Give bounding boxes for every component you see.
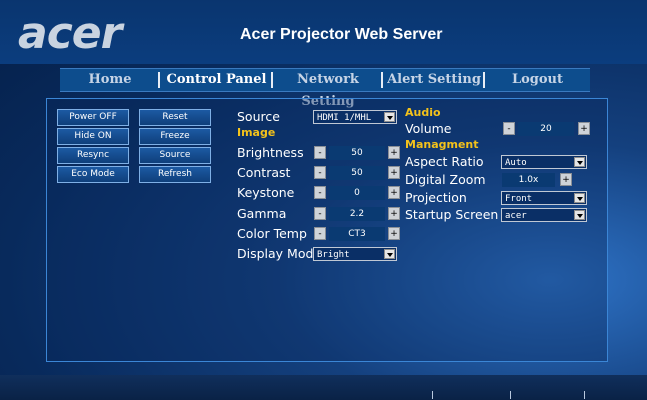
digital-zoom-value: 1.0x [502, 173, 555, 187]
color-temp-minus-button[interactable]: - [314, 227, 326, 240]
color-temp-value: CT3 [329, 227, 385, 241]
aspect-ratio-label: Aspect Ratio [405, 154, 484, 169]
management-section-title: Managment [405, 138, 479, 151]
source-select-value: HDMI 1/MHL [317, 113, 372, 123]
tab-control-panel-label: Control Panel [166, 72, 267, 87]
projection-select[interactable]: Front [501, 191, 587, 205]
chevron-down-icon [384, 249, 395, 259]
eco-mode-button[interactable]: Eco Mode [57, 166, 129, 183]
chevron-down-icon [574, 157, 585, 167]
resync-button[interactable]: Resync [57, 147, 129, 164]
brightness-label: Brightness [237, 145, 304, 160]
chevron-down-icon [384, 112, 395, 122]
source-label: Source [237, 109, 280, 124]
display-mode-select-value: Bright [317, 250, 350, 260]
image-section-title: Image [237, 126, 276, 139]
tab-alert-setting[interactable]: Alert Setting [383, 69, 485, 91]
refresh-button[interactable]: Refresh [139, 166, 211, 183]
footer-divider [584, 391, 585, 399]
tab-control-panel[interactable]: Control Panel [160, 69, 273, 91]
startup-screen-select-value: acer [505, 211, 527, 221]
brightness-value: 50 [329, 146, 385, 160]
aspect-ratio-select[interactable]: Auto [501, 155, 587, 169]
gamma-label: Gamma [237, 206, 287, 221]
volume-minus-button[interactable]: - [503, 122, 515, 135]
chevron-down-icon [574, 193, 585, 203]
power-off-button[interactable]: Power OFF [57, 109, 129, 126]
gamma-value: 2.2 [329, 207, 385, 221]
display-mode-label: Display Mode [237, 246, 322, 261]
keystone-label: Keystone [237, 185, 295, 200]
projection-select-value: Front [505, 194, 533, 204]
keystone-minus-button[interactable]: - [314, 186, 326, 199]
contrast-label: Contrast [237, 165, 291, 180]
digital-zoom-plus-button[interactable]: + [560, 173, 572, 186]
brightness-plus-button[interactable]: + [388, 146, 400, 159]
aspect-ratio-select-value: Auto [505, 158, 527, 168]
keystone-plus-button[interactable]: + [388, 186, 400, 199]
tab-alert-setting-label: Alert Setting [387, 72, 481, 87]
volume-plus-button[interactable]: + [578, 122, 590, 135]
footer-divider [510, 391, 511, 399]
tab-home-label: Home [88, 72, 132, 87]
page-title: Acer Projector Web Server [240, 26, 443, 43]
tab-home[interactable]: Home [60, 69, 160, 91]
nav-bar: Home Control Panel Network Setting Alert… [60, 68, 590, 109]
display-mode-select[interactable]: Bright [313, 247, 397, 261]
hide-on-button[interactable]: Hide ON [57, 128, 129, 145]
gamma-minus-button[interactable]: - [314, 207, 326, 220]
footer-divider [432, 391, 433, 399]
gamma-plus-button[interactable]: + [388, 207, 400, 220]
startup-screen-label: Startup Screen [405, 207, 499, 222]
tab-logout-label: Logout [511, 72, 564, 87]
source-select[interactable]: HDMI 1/MHL [313, 110, 397, 124]
chevron-down-icon [574, 210, 585, 220]
volume-label: Volume [405, 121, 452, 136]
contrast-plus-button[interactable]: + [388, 166, 400, 179]
projection-label: Projection [405, 190, 467, 205]
freeze-button[interactable]: Freeze [139, 128, 211, 145]
contrast-minus-button[interactable]: - [314, 166, 326, 179]
contrast-value: 50 [329, 166, 385, 180]
tab-logout[interactable]: Logout [485, 69, 590, 91]
acer-logo: acer [18, 8, 122, 59]
volume-value: 20 [518, 122, 574, 136]
tab-network-setting[interactable]: Network Setting [273, 69, 383, 109]
control-panel [46, 98, 608, 362]
keystone-value: 0 [329, 186, 385, 200]
reset-button[interactable]: Reset [139, 109, 211, 126]
color-temp-label: Color Temp [237, 226, 307, 241]
header-bar: acer Acer Projector Web Server [0, 0, 647, 64]
footer-bar [0, 375, 647, 400]
source-button[interactable]: Source [139, 147, 211, 164]
audio-section-title: Audio [405, 106, 441, 119]
startup-screen-select[interactable]: acer [501, 208, 587, 222]
color-temp-plus-button[interactable]: + [388, 227, 400, 240]
brightness-minus-button[interactable]: - [314, 146, 326, 159]
digital-zoom-label: Digital Zoom [405, 172, 486, 187]
